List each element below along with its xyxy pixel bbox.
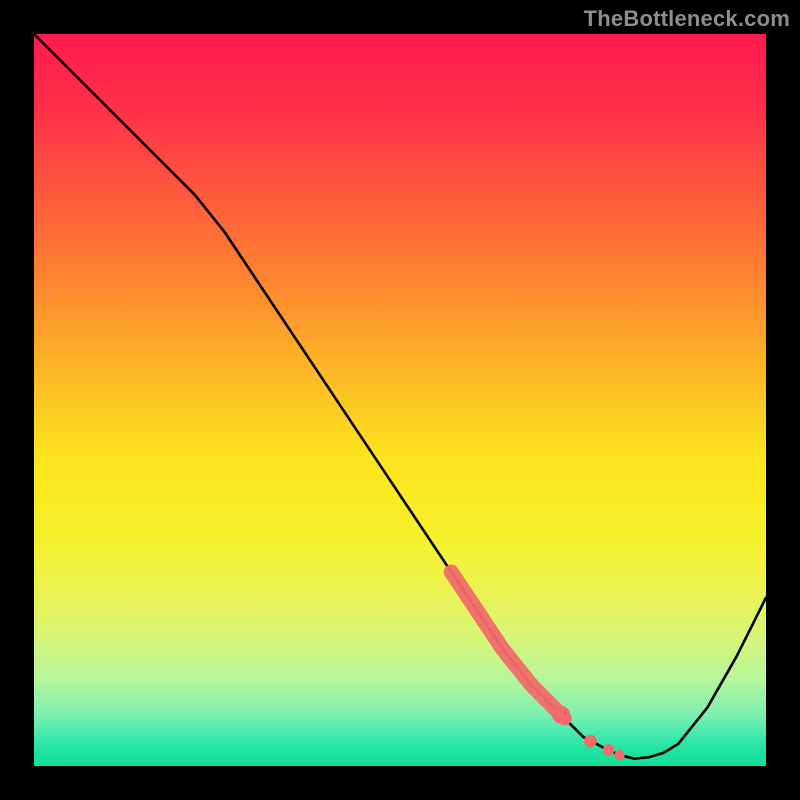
watermark-text: TheBottleneck.com	[584, 6, 790, 32]
data-markers	[451, 572, 625, 760]
bottleneck-curve	[34, 34, 766, 759]
plot-area	[34, 34, 766, 766]
highlight-dot	[603, 744, 615, 756]
highlight-dot	[584, 735, 597, 748]
highlight-dot	[614, 750, 624, 760]
chart-stage: TheBottleneck.com	[0, 0, 800, 800]
curve-path	[34, 34, 766, 759]
highlight-dot	[558, 711, 572, 725]
chart-svg	[34, 34, 766, 766]
highlight-segment	[451, 572, 561, 715]
